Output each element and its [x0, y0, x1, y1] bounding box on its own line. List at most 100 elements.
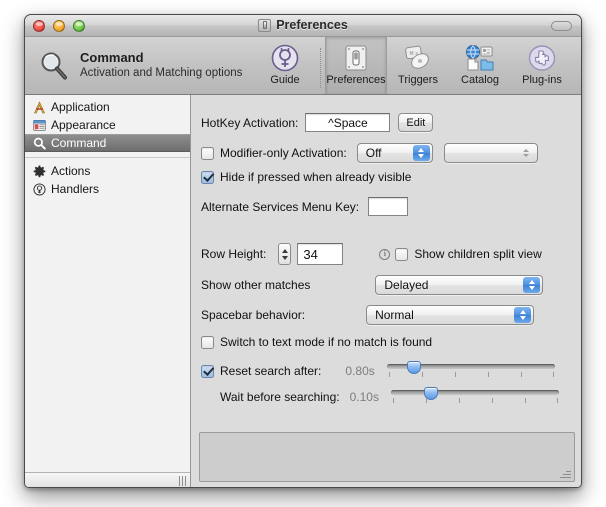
toolbar-item-label: Guide	[270, 73, 300, 86]
scrollbar-grip-icon[interactable]	[179, 476, 186, 486]
hotkey-activation-label: HotKey Activation:	[201, 115, 299, 130]
chevron-updown-icon	[518, 145, 535, 161]
wait-before-searching-slider[interactable]	[390, 387, 559, 407]
catalog-icon	[465, 43, 495, 73]
modifier-only-checkbox[interactable]	[201, 146, 214, 160]
wait-before-searching-value: 0.10s	[349, 390, 379, 404]
sidebar-item-label: Command	[51, 136, 107, 150]
alternate-services-row: Alternate Services Menu Key:	[201, 197, 409, 216]
toolbar-item-label: Plug-ins	[522, 73, 562, 86]
window-titlebar: Preferences	[25, 15, 581, 37]
hide-if-pressed-checkbox[interactable]	[201, 170, 214, 184]
row-height-label: Row Height:	[201, 247, 267, 261]
slider-track	[390, 390, 559, 395]
gear-icon	[32, 164, 46, 178]
sidebar-item-label: Actions	[51, 164, 91, 178]
reset-search-label: Reset search after:	[220, 364, 322, 378]
spacebar-behavior-value: Normal	[375, 308, 414, 322]
toolbar-headings: Command Activation and Matching options	[80, 50, 242, 81]
toolbar-separator	[320, 48, 321, 88]
bottom-detail-panel	[199, 432, 575, 482]
hide-if-pressed-row: Hide if pressed when already visible	[201, 170, 411, 184]
window-body: Application Appearance Command Actions H…	[25, 95, 581, 487]
spacebar-behavior-popup[interactable]: Normal	[366, 305, 535, 325]
preferences-window: Preferences Command Activation and Match…	[24, 14, 582, 488]
reset-search-checkbox[interactable]	[201, 364, 214, 378]
toolbar-title: Command	[80, 50, 144, 66]
spacebar-behavior-label: Spacebar behavior:	[201, 308, 306, 322]
modifier-only-popup[interactable]: Off	[356, 143, 433, 163]
toolbar-item-triggers[interactable]: ⌘ x Triggers	[387, 37, 449, 94]
modifier-only-row: Modifier-only Activation: Off	[201, 143, 538, 163]
handlers-symbol-icon	[32, 182, 46, 196]
sidebar-list: Application Appearance Command Actions H…	[25, 95, 190, 472]
alternate-services-label: Alternate Services Menu Key:	[201, 199, 360, 214]
show-other-matches-label: Show other matches	[201, 278, 311, 292]
sidebar-item-label: Handlers	[51, 182, 100, 196]
reset-search-slider[interactable]	[386, 361, 555, 381]
text-mode-row: Switch to text mode if no match is found	[201, 335, 432, 349]
window-title-group: Preferences	[25, 18, 581, 32]
resize-grip-icon[interactable]	[559, 467, 571, 479]
magnifier-icon	[37, 49, 71, 83]
sidebar-item-label: Application	[51, 100, 110, 114]
window-toolbar: Command Activation and Matching options …	[25, 37, 581, 95]
show-other-matches-row: Show other matches Delayed	[201, 275, 544, 295]
toolbar-item-label: Preferences	[326, 73, 386, 86]
wait-before-searching-label: Wait before searching:	[220, 390, 340, 404]
toolbar-items: Guide Preferences ⌘ x Triggers Catalog P…	[254, 37, 581, 94]
hotkey-edit-button[interactable]: Edit	[398, 113, 434, 132]
chevron-updown-icon	[412, 145, 430, 161]
hotkey-activation-field[interactable]: ^Space	[305, 113, 391, 132]
sidebar-item-label: Appearance	[51, 118, 116, 132]
toolbar-item-plugins[interactable]: Plug-ins	[511, 37, 573, 94]
hotkey-activation-row: HotKey Activation: ^Space Edit	[201, 113, 434, 132]
hide-if-pressed-label: Hide if pressed when already visible	[220, 170, 412, 184]
main-pane: HotKey Activation: ^Space Edit Modifier-…	[191, 95, 581, 487]
window-title: Preferences	[276, 18, 348, 32]
modifier-only-secondary-popup[interactable]	[443, 143, 538, 163]
slider-ticks	[387, 372, 555, 378]
text-mode-checkbox[interactable]	[201, 335, 214, 349]
toolbar-subtitle: Activation and Matching options	[80, 67, 243, 80]
toolbar-item-catalog[interactable]: Catalog	[449, 37, 511, 94]
toolbar-item-guide[interactable]: Guide	[254, 37, 316, 94]
chevron-updown-icon	[514, 307, 532, 323]
switch-plate-icon	[258, 18, 272, 32]
sidebar-item-handlers[interactable]: Handlers	[25, 180, 190, 198]
wait-before-searching-row: Wait before searching: 0.10s	[201, 387, 559, 407]
appearance-window-icon	[32, 118, 46, 132]
alternate-services-field[interactable]	[368, 197, 409, 216]
sidebar-item-command[interactable]: Command	[25, 134, 190, 152]
show-other-matches-value: Delayed	[384, 278, 429, 292]
modifier-only-popup-value: Off	[365, 146, 382, 160]
light-switch-icon	[342, 43, 370, 73]
show-children-checkbox[interactable]	[395, 247, 409, 261]
row-height-stepper[interactable]	[278, 243, 292, 265]
sidebar-separator	[25, 157, 190, 158]
triggers-icon: ⌘ x	[403, 43, 433, 73]
sidebar-item-application[interactable]: Application	[25, 98, 190, 116]
guide-symbol-icon	[271, 43, 299, 73]
sidebar-horizontal-scrollbar[interactable]	[25, 472, 190, 487]
sidebar-item-actions[interactable]: Actions	[25, 162, 190, 180]
row-height-row: Row Height: 34 i Show children split vie…	[201, 243, 542, 265]
toolbar-heading-group: Command Activation and Matching options	[25, 49, 254, 83]
show-children-label: Show children split view	[414, 247, 542, 261]
spacebar-behavior-row: Spacebar behavior: Normal	[201, 305, 535, 325]
toolbar-item-preferences[interactable]: Preferences	[325, 37, 387, 94]
puzzle-piece-icon	[528, 43, 556, 73]
toolbar-item-label: Catalog	[461, 73, 499, 86]
show-other-matches-popup[interactable]: Delayed	[375, 275, 544, 295]
modifier-only-label: Modifier-only Activation:	[220, 146, 347, 160]
reset-search-row: Reset search after: 0.80s	[201, 361, 555, 381]
sidebar-item-appearance[interactable]: Appearance	[25, 116, 190, 134]
application-a-icon	[32, 100, 46, 114]
magnifier-icon	[32, 136, 46, 150]
info-icon[interactable]: i	[379, 248, 391, 260]
chevron-updown-icon	[523, 277, 541, 293]
toolbar-toggle-button[interactable]	[551, 21, 572, 31]
preferences-form: HotKey Activation: ^Space Edit Modifier-…	[191, 95, 581, 425]
slider-ticks	[391, 398, 559, 404]
row-height-field[interactable]: 34	[297, 243, 344, 265]
